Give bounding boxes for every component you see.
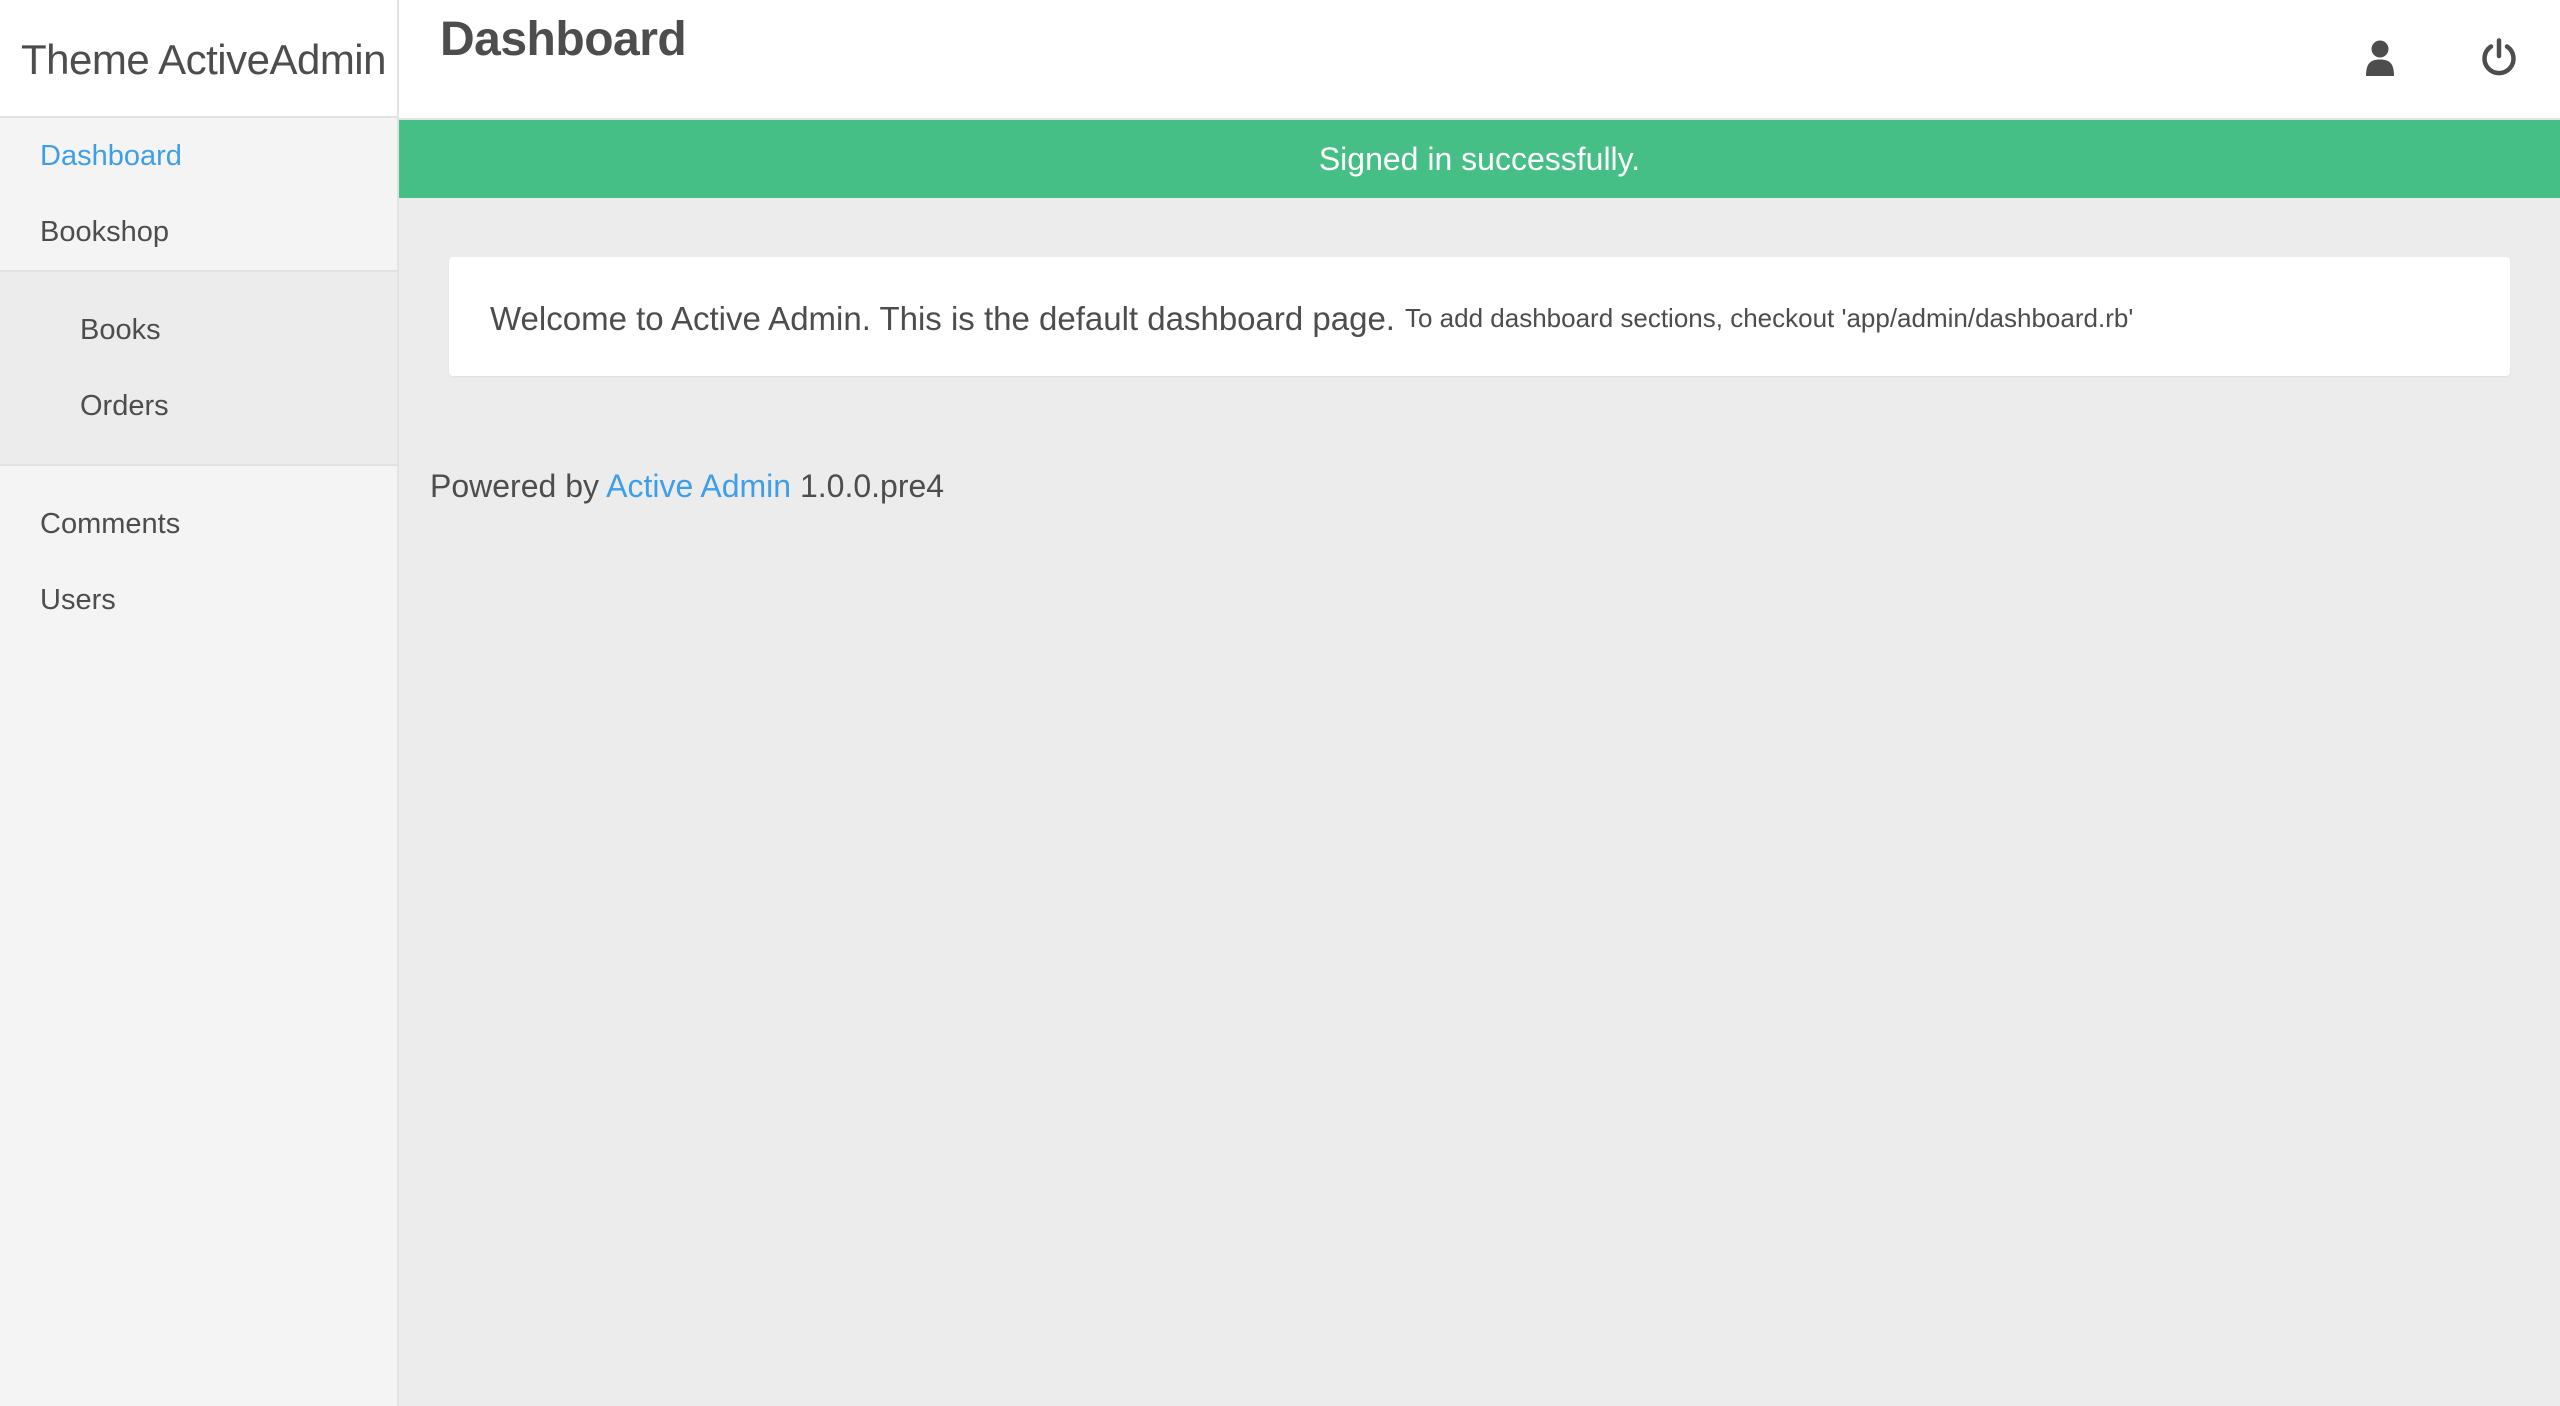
user-icon[interactable] [2358,36,2402,80]
sidebar-item-dashboard[interactable]: Dashboard [0,118,397,194]
power-icon[interactable] [2477,36,2521,80]
page-title: Dashboard [440,13,687,66]
footer: Powered by Active Admin 1.0.0.pre4 [430,468,944,505]
welcome-text: Welcome to Active Admin. This is the def… [490,299,1395,337]
footer-version: 1.0.0.pre4 [799,468,945,504]
bookshop-submenu: Books Orders [0,270,397,466]
footer-prefix: Powered by [430,468,599,504]
flash-message: Signed in successfully. [1318,140,1641,177]
sidebar: Theme ActiveAdmin Dashboard Bookshop Boo… [0,0,399,1406]
sidebar-item-orders[interactable]: Orders [0,368,397,444]
flash-notice: Signed in successfully. [399,120,2560,198]
sidebar-item-comments[interactable]: Comments [0,486,397,562]
active-admin-link[interactable]: Active Admin [606,468,791,504]
sidebar-item-users[interactable]: Users [0,562,397,638]
sidebar-item-books[interactable]: Books [0,292,397,368]
dashboard-panel: Welcome to Active Admin. This is the def… [449,257,2510,376]
site-title[interactable]: Theme ActiveAdmin [0,0,397,118]
sidebar-item-bookshop[interactable]: Bookshop [0,194,397,270]
welcome-hint: To add dashboard sections, checkout 'app… [1404,303,2134,333]
sidebar-nav: Dashboard Bookshop Books Orders Comments… [0,118,397,638]
header: Dashboard [399,0,2560,120]
